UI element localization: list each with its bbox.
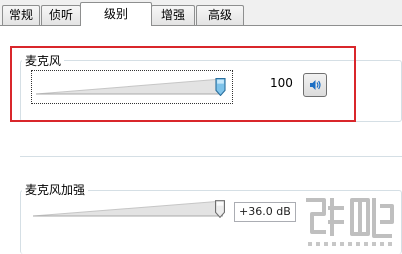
- boost-db-value: +36.0 dB: [234, 202, 296, 222]
- tab-listen[interactable]: 侦听: [41, 5, 81, 25]
- tab-label: 级别: [103, 7, 128, 21]
- tab-enhancements[interactable]: 增强: [151, 5, 195, 25]
- tab-general[interactable]: 常规: [2, 5, 40, 25]
- tab-label: 高级: [207, 8, 232, 22]
- watermark-logo-icon: [306, 198, 394, 246]
- tab-levels[interactable]: 级别: [80, 2, 152, 26]
- annotation-highlight-box: [10, 46, 356, 122]
- tab-bar: 常规 侦听 级别 增强 高级: [0, 0, 402, 26]
- tab-label: 常规: [8, 8, 33, 22]
- slider-ramp: [33, 200, 223, 217]
- slider-thumb[interactable]: [215, 200, 225, 218]
- separator-line: [20, 156, 402, 157]
- tab-label: 增强: [160, 8, 185, 22]
- boost-level-slider[interactable]: [31, 196, 231, 224]
- tab-advanced[interactable]: 高级: [196, 5, 244, 25]
- tab-label: 侦听: [48, 8, 73, 22]
